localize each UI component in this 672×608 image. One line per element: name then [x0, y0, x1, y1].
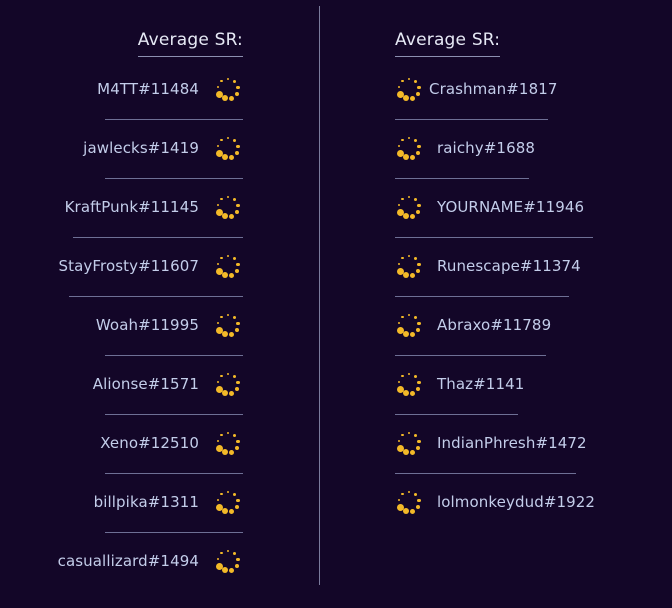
player-row[interactable]: Runescape#11374 — [394, 251, 581, 281]
player-name: KraftPunk#11145 — [64, 198, 199, 216]
player-row[interactable]: StayFrosty#11607 — [59, 251, 243, 281]
loading-spinner-icon — [213, 133, 243, 163]
row-separator — [395, 237, 593, 238]
player-name: billpika#1311 — [93, 493, 199, 511]
player-name: raichy#1688 — [437, 139, 535, 157]
player-row[interactable]: lolmonkeydud#1922 — [394, 487, 595, 517]
player-name: Runescape#11374 — [437, 257, 581, 275]
player-row[interactable]: KraftPunk#11145 — [65, 192, 243, 222]
row-separator — [395, 178, 529, 179]
loading-spinner-icon — [394, 251, 424, 281]
player-name: jawlecks#1419 — [83, 139, 199, 157]
row-separator — [395, 119, 548, 120]
left-average-sr-label: Average SR: — [137, 30, 243, 57]
player-row[interactable]: Woah#11995 — [96, 310, 243, 340]
player-name: M4TT#11484 — [97, 80, 199, 98]
loading-spinner-icon — [213, 251, 243, 281]
loading-spinner-icon — [394, 310, 424, 340]
player-row[interactable]: M4TT#11484 — [97, 74, 243, 104]
row-separator — [105, 414, 243, 415]
loading-spinner-icon — [394, 74, 424, 104]
loading-spinner-icon — [394, 192, 424, 222]
row-separator — [105, 178, 243, 179]
player-name: casuallizard#1494 — [57, 552, 199, 570]
team-divider — [319, 6, 320, 585]
player-row[interactable]: Abraxo#11789 — [394, 310, 551, 340]
player-row[interactable]: jawlecks#1419 — [83, 133, 243, 163]
player-row[interactable]: YOURNAME#11946 — [394, 192, 584, 222]
player-name: IndianPhresh#1472 — [437, 434, 587, 452]
player-row[interactable]: Xeno#12510 — [100, 428, 243, 458]
row-separator — [69, 296, 243, 297]
loading-spinner-icon — [394, 369, 424, 399]
player-name: lolmonkeydud#1922 — [437, 493, 596, 511]
loading-spinner-icon — [394, 133, 424, 163]
loading-spinner-icon — [213, 546, 243, 576]
player-name: Crashman#1817 — [429, 80, 558, 98]
loading-spinner-icon — [213, 74, 243, 104]
row-separator — [105, 473, 243, 474]
player-name: Thaz#1141 — [437, 375, 525, 393]
player-name: Alionse#1571 — [92, 375, 199, 393]
player-name: Abraxo#11789 — [437, 316, 552, 334]
player-row[interactable]: Crashman#1817 — [394, 74, 558, 104]
loading-spinner-icon — [213, 428, 243, 458]
player-row[interactable]: Thaz#1141 — [394, 369, 524, 399]
loading-spinner-icon — [213, 369, 243, 399]
row-separator — [395, 414, 518, 415]
row-separator — [105, 119, 243, 120]
loading-spinner-icon — [394, 487, 424, 517]
row-separator — [73, 237, 243, 238]
player-row[interactable]: IndianPhresh#1472 — [394, 428, 587, 458]
row-separator — [105, 532, 243, 533]
player-name: Xeno#12510 — [100, 434, 199, 452]
loading-spinner-icon — [394, 428, 424, 458]
right-average-sr-label: Average SR: — [395, 30, 501, 57]
row-separator — [395, 355, 546, 356]
row-separator — [105, 355, 243, 356]
player-name: StayFrosty#11607 — [58, 257, 199, 275]
loading-spinner-icon — [213, 487, 243, 517]
player-name: Woah#11995 — [95, 316, 199, 334]
row-separator — [395, 473, 576, 474]
row-separator — [395, 296, 569, 297]
player-row[interactable]: Alionse#1571 — [93, 369, 243, 399]
player-row[interactable]: casuallizard#1494 — [58, 546, 243, 576]
player-row[interactable]: raichy#1688 — [394, 133, 535, 163]
loading-spinner-icon — [213, 310, 243, 340]
player-name: YOURNAME#11946 — [437, 198, 585, 216]
loading-spinner-icon — [213, 192, 243, 222]
player-row[interactable]: billpika#1311 — [94, 487, 243, 517]
